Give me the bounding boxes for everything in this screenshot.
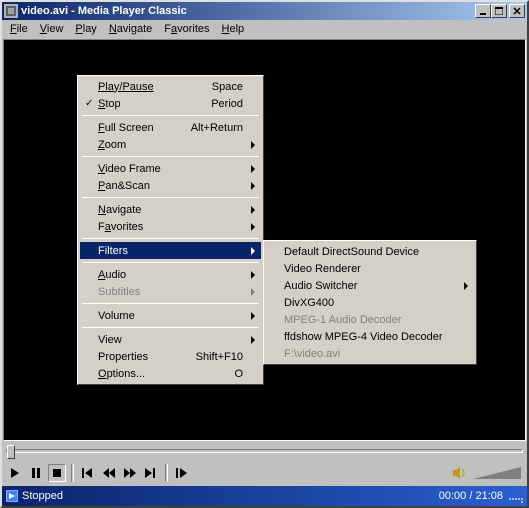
menu-play[interactable]: Play — [69, 22, 102, 36]
status-icon — [6, 490, 18, 502]
ctx-favorites[interactable]: Favorites — [80, 218, 261, 235]
ctx-stop[interactable]: ✓ Stop Period — [80, 95, 261, 112]
context-menu: Play/Pause Space ✓ Stop Period Full Scre… — [77, 75, 264, 385]
ctx-audio[interactable]: Audio — [80, 266, 261, 283]
filter-divx[interactable]: DivXG400 — [266, 294, 474, 311]
ctx-view[interactable]: View — [80, 331, 261, 348]
check-icon: ✓ — [85, 98, 93, 109]
filter-directsound[interactable]: Default DirectSound Device — [266, 243, 474, 260]
ctx-volume[interactable]: Volume — [80, 307, 261, 324]
submenu-arrow-icon — [251, 247, 255, 255]
resize-grip[interactable] — [509, 489, 523, 503]
seek-bar[interactable] — [6, 449, 523, 453]
menu-separator — [82, 115, 259, 116]
submenu-arrow-icon — [251, 271, 255, 279]
menu-help[interactable]: Help — [216, 22, 251, 36]
pause-button[interactable] — [27, 464, 45, 482]
stop-button[interactable] — [48, 464, 66, 482]
submenu-arrow-icon — [251, 288, 255, 296]
separator — [165, 464, 168, 482]
minimize-button[interactable] — [475, 4, 491, 18]
ctx-zoom[interactable]: Zoom — [80, 136, 261, 153]
ctx-subtitles: Subtitles — [80, 283, 261, 300]
play-button[interactable] — [6, 464, 24, 482]
submenu-arrow-icon — [251, 165, 255, 173]
menu-file[interactable]: File — [4, 22, 34, 36]
menu-separator — [82, 303, 259, 304]
separator — [71, 464, 74, 482]
status-state: Stopped — [22, 490, 63, 502]
ctx-filters[interactable]: Filters — [80, 242, 261, 259]
maximize-button[interactable] — [491, 4, 507, 18]
menu-favorites[interactable]: Favorites — [158, 22, 215, 36]
volume-slider[interactable] — [473, 466, 523, 480]
menu-separator — [82, 197, 259, 198]
frame-step-button[interactable] — [173, 464, 191, 482]
ctx-navigate[interactable]: Navigate — [80, 201, 261, 218]
ctx-panscan[interactable]: Pan&Scan — [80, 177, 261, 194]
ctx-properties[interactable]: Properties Shift+F10 — [80, 348, 261, 365]
skip-forward-button[interactable] — [142, 464, 160, 482]
seek-bar-row — [2, 442, 527, 460]
submenu-arrow-icon — [251, 182, 255, 190]
seek-thumb[interactable] — [7, 445, 15, 459]
titlebar[interactable]: video.avi - Media Player Classic — [2, 2, 527, 20]
menu-view[interactable]: View — [34, 22, 70, 36]
ctx-fullscreen[interactable]: Full Screen Alt+Return — [80, 119, 261, 136]
submenu-arrow-icon — [251, 223, 255, 231]
filter-audio-switcher[interactable]: Audio Switcher — [266, 277, 474, 294]
rewind-button[interactable] — [100, 464, 118, 482]
app-icon — [4, 4, 18, 18]
menubar: File View Play Navigate Favorites Help — [2, 20, 527, 38]
filter-source: F:\video.avi — [266, 345, 474, 362]
submenu-arrow-icon — [251, 312, 255, 320]
controls — [2, 460, 527, 486]
status-bar: Stopped 00:00 / 21:08 — [2, 486, 527, 506]
menu-separator — [82, 327, 259, 328]
menu-separator — [82, 156, 259, 157]
submenu-arrow-icon — [464, 282, 468, 290]
filters-submenu: Default DirectSound Device Video Rendere… — [263, 240, 477, 365]
ctx-play-pause[interactable]: Play/Pause Space — [80, 78, 261, 95]
filter-video-renderer[interactable]: Video Renderer — [266, 260, 474, 277]
close-button[interactable] — [509, 4, 525, 18]
submenu-arrow-icon — [251, 141, 255, 149]
submenu-arrow-icon — [251, 336, 255, 344]
filter-ffdshow[interactable]: ffdshow MPEG-4 Video Decoder — [266, 328, 474, 345]
menu-navigate[interactable]: Navigate — [103, 22, 158, 36]
menu-separator — [82, 262, 259, 263]
window-title: video.avi - Media Player Classic — [21, 5, 187, 17]
status-time: 00:00 / 21:08 — [439, 490, 503, 502]
menu-separator — [82, 238, 259, 239]
fastforward-button[interactable] — [121, 464, 139, 482]
skip-back-button[interactable] — [79, 464, 97, 482]
ctx-video-frame[interactable]: Video Frame — [80, 160, 261, 177]
ctx-options[interactable]: Options... O — [80, 365, 261, 382]
submenu-arrow-icon — [251, 206, 255, 214]
filter-mpeg1: MPEG-1 Audio Decoder — [266, 311, 474, 328]
mute-button[interactable] — [451, 464, 469, 482]
